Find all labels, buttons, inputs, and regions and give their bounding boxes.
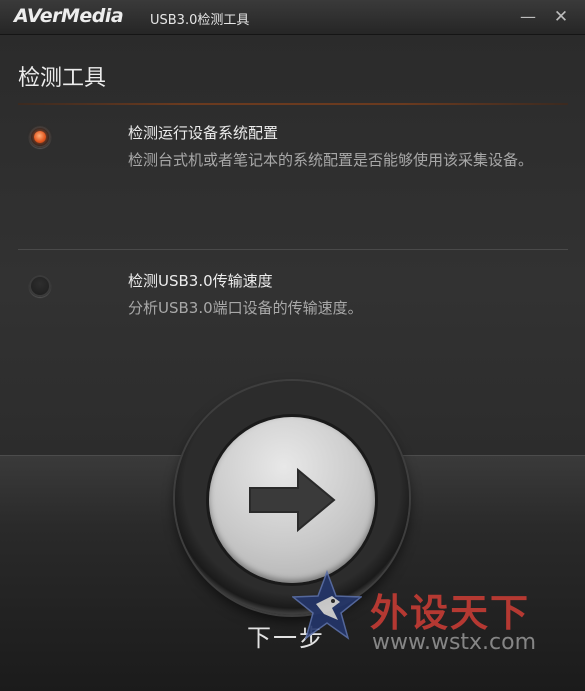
watermark-text: 外设天下 [370, 591, 531, 635]
star-eagle-logo-icon [292, 570, 362, 640]
watermark: 外设天下 www.wstx.com [292, 570, 582, 660]
radio-system-config[interactable] [29, 126, 51, 148]
title-bar: AVerMedia USB3.0检测工具 — ✕ [0, 0, 585, 35]
option-system-config[interactable]: 检测运行设备系统配置 检测台式机或者笔记本的系统配置是否能够使用该采集设备。 [0, 118, 585, 238]
header-divider [18, 103, 568, 105]
page-title: 检测工具 [18, 66, 107, 91]
watermark-url: www.wstx.com [372, 630, 537, 655]
window-title: USB3.0检测工具 [150, 13, 250, 28]
option-description: 检测台式机或者笔记本的系统配置是否能够使用该采集设备。 [128, 151, 534, 169]
avermedia-logo: AVerMedia [14, 5, 124, 27]
next-button[interactable] [209, 417, 375, 583]
radio-usb-speed[interactable] [29, 275, 51, 297]
minimize-icon[interactable]: — [517, 6, 539, 28]
arrow-right-icon [249, 467, 336, 533]
option-divider [18, 249, 568, 250]
option-title: 检测USB3.0传输速度 [128, 272, 273, 290]
option-description: 分析USB3.0端口设备的传输速度。 [128, 299, 363, 317]
close-icon[interactable]: ✕ [550, 6, 572, 28]
option-usb-speed[interactable]: 检测USB3.0传输速度 分析USB3.0端口设备的传输速度。 [0, 266, 585, 346]
option-title: 检测运行设备系统配置 [128, 124, 279, 142]
